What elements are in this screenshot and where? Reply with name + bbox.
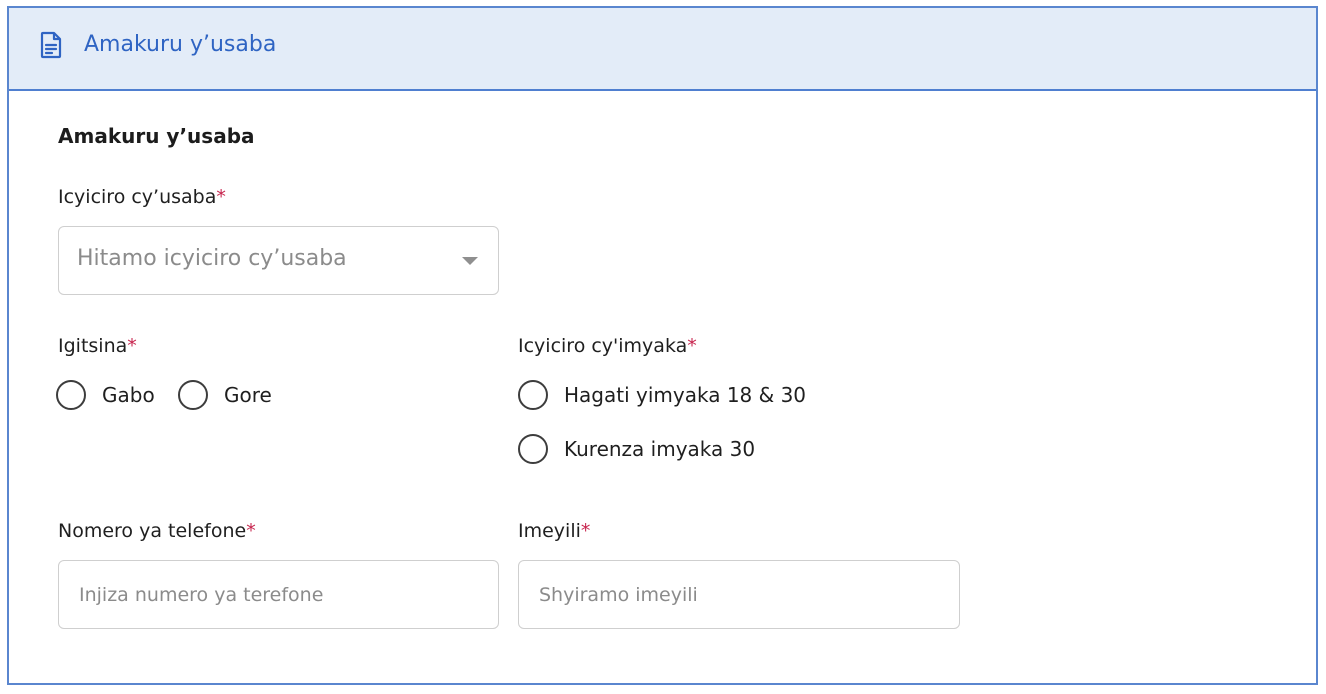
- gender-option-label: Gabo: [102, 383, 155, 407]
- phone-label-text: Nomero ya telefone: [58, 520, 247, 542]
- document-icon: [40, 31, 62, 59]
- gender-option-gabo[interactable]: Gabo: [56, 378, 155, 412]
- category-label-text: Icyiciro cy’usaba: [58, 186, 217, 208]
- section-title: Amakuru y’usaba: [58, 124, 255, 148]
- panel-title: Amakuru y’usaba: [84, 32, 277, 57]
- phone-label: Nomero ya telefone*: [58, 520, 256, 542]
- gender-option-label: Gore: [224, 383, 272, 407]
- phone-input[interactable]: [58, 560, 499, 629]
- category-label: Icyiciro cy’usaba*: [58, 186, 226, 208]
- required-mark: *: [687, 335, 697, 357]
- age-option-label: Hagati yimyaka 18 & 30: [564, 383, 807, 407]
- applicant-info-panel: Amakuru y’usaba Amakuru y’usaba Icyiciro…: [7, 6, 1318, 685]
- radio-button[interactable]: [178, 380, 208, 410]
- radio-button[interactable]: [518, 380, 548, 410]
- age-option-label: Kurenza imyaka 30: [564, 437, 756, 461]
- age-option-18-30[interactable]: Hagati yimyaka 18 & 30: [518, 378, 806, 412]
- radio-button[interactable]: [518, 434, 548, 464]
- required-mark: *: [246, 520, 256, 542]
- email-label-text: Imeyili: [518, 520, 581, 542]
- gender-label: Igitsina*: [58, 335, 137, 357]
- required-mark: *: [216, 186, 226, 208]
- age-group-label: Icyiciro cy'imyaka*: [518, 335, 697, 357]
- email-input[interactable]: [518, 560, 960, 629]
- required-mark: *: [580, 520, 591, 542]
- category-select-placeholder: Hitamo icyiciro cy’usaba: [77, 246, 347, 271]
- email-label: Imeyili*: [518, 520, 590, 542]
- required-mark: *: [127, 335, 137, 357]
- caret-down-icon: [462, 257, 478, 265]
- gender-label-text: Igitsina: [58, 335, 128, 357]
- radio-button[interactable]: [56, 380, 86, 410]
- age-group-label-text: Icyiciro cy'imyaka: [518, 335, 688, 357]
- panel-header: Amakuru y’usaba: [9, 8, 1316, 91]
- age-option-over-30[interactable]: Kurenza imyaka 30: [518, 432, 755, 466]
- category-select[interactable]: Hitamo icyiciro cy’usaba: [58, 226, 499, 295]
- gender-option-gore[interactable]: Gore: [178, 378, 272, 412]
